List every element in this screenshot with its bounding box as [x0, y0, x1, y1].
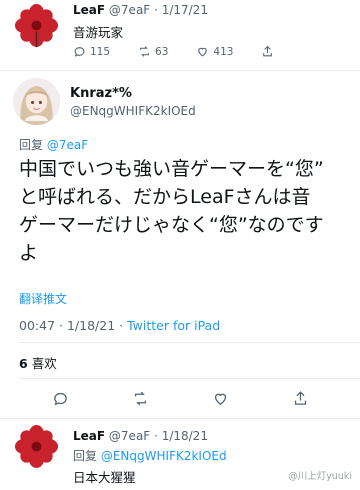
- avatar[interactable]: [13, 2, 60, 49]
- like-button[interactable]: 413: [196, 45, 233, 58]
- share-icon: [294, 391, 306, 405]
- tweet-body-line: ゲーマーだけじゃなく“您”なのです: [19, 214, 324, 236]
- separator-dot: ·: [119, 318, 128, 333]
- retweet-count: 63: [155, 45, 169, 58]
- reply-button[interactable]: [52, 390, 69, 407]
- avatar[interactable]: [13, 423, 60, 470]
- reply-context: 回复 @ENqgWHIFK2kIOEd: [73, 447, 227, 464]
- retweet-button[interactable]: [132, 390, 149, 407]
- likes-count: 6: [19, 356, 28, 371]
- author-handle[interactable]: @ENqgWHIFK2kIOEd: [70, 104, 196, 118]
- retweet-icon: [134, 391, 146, 406]
- red-flower-avatar-icon: [13, 2, 60, 49]
- reply-count: 115: [90, 45, 111, 58]
- author-handle[interactable]: @7eaF: [109, 3, 150, 17]
- reply-mention-link[interactable]: @7eaF: [47, 138, 88, 152]
- share-icon: [263, 45, 273, 57]
- tweet-body-line: と呼ばれる、だからLeaFさんは音: [19, 186, 311, 208]
- tweet-text: 音游玩家: [73, 25, 124, 40]
- translate-tweet-link[interactable]: 翻译推文: [19, 290, 67, 307]
- tweet-date[interactable]: 1/18/21: [162, 429, 208, 443]
- like-count: 413: [213, 45, 234, 58]
- red-flower-avatar-icon: [13, 423, 60, 470]
- retweet-icon: [140, 46, 149, 57]
- author-handle[interactable]: @7eaF: [109, 429, 150, 443]
- tweet-time[interactable]: 00:47: [19, 318, 55, 333]
- heart-icon: [214, 393, 226, 405]
- tweet-date[interactable]: 1/18/21: [67, 318, 115, 333]
- tweet-meta: 00:47 · 1/18/21 · Twitter for iPad: [19, 318, 220, 333]
- likes-label: 喜欢: [31, 356, 57, 371]
- tweet-header: LeaF @7eaF · 1/17/21: [73, 3, 208, 17]
- reply-icon: [74, 47, 85, 57]
- reply-button[interactable]: 115: [73, 45, 110, 58]
- divider: [0, 70, 360, 71]
- reply-icon: [53, 392, 67, 406]
- tweet-body-line: 中国でいつも強い音ゲーマーを“您”: [19, 158, 324, 180]
- reply-mention-link[interactable]: @ENqgWHIFK2kIOEd: [101, 449, 227, 463]
- like-button[interactable]: [212, 390, 229, 407]
- avatar[interactable]: [13, 78, 60, 125]
- likes-summary[interactable]: 6 喜欢: [19, 353, 57, 372]
- author-name[interactable]: LeaF: [73, 3, 105, 17]
- tweet-source-link[interactable]: Twitter for iPad: [127, 318, 220, 333]
- anime-girl-avatar-icon: [13, 78, 60, 125]
- tweet-date[interactable]: 1/17/21: [162, 3, 208, 17]
- share-button[interactable]: [292, 390, 309, 407]
- tweet-body-line: よ: [19, 242, 39, 264]
- heart-icon: [198, 47, 208, 57]
- tweet-text: 日本大猩猩: [73, 470, 136, 485]
- tweet-actions: [0, 390, 360, 407]
- watermark: @川上灯yuuki: [288, 471, 352, 482]
- tweet-body: 中国でいつも強い音ゲーマーを“您” と呼ばれる、だからLeaFさんは音 ゲーマー…: [19, 155, 349, 267]
- separator-dot: ·: [154, 3, 158, 17]
- author-name[interactable]: Knraz*%: [70, 86, 132, 101]
- divider: [0, 418, 360, 419]
- author-name[interactable]: LeaF: [73, 429, 105, 443]
- reply-prefix: 回复: [73, 449, 98, 463]
- divider: [19, 342, 360, 343]
- separator-dot: ·: [154, 429, 158, 443]
- tweet-header: LeaF @7eaF · 1/18/21: [73, 429, 208, 443]
- retweet-button[interactable]: 63: [138, 45, 168, 58]
- separator-dot: ·: [59, 318, 67, 333]
- reply-context: 回复 @7eaF: [19, 136, 88, 153]
- reply-prefix: 回复: [19, 138, 44, 152]
- divider: [19, 378, 360, 379]
- share-button[interactable]: [261, 45, 274, 58]
- tweet-actions: 115 63 413: [73, 45, 274, 58]
